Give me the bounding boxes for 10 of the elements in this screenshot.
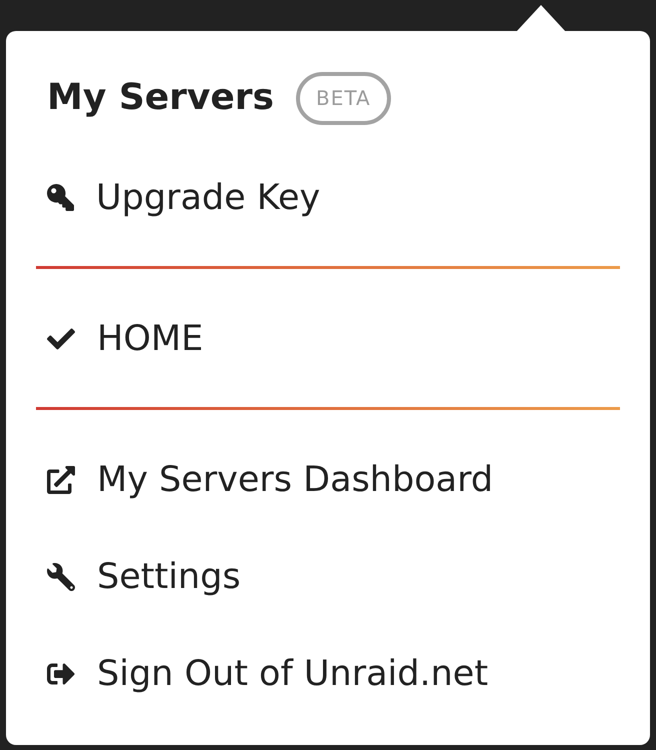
menu-item[interactable]: Sign Out of Unraid.net bbox=[47, 652, 488, 694]
menu-item[interactable]: Upgrade Key bbox=[47, 176, 320, 218]
wrench-icon bbox=[47, 562, 75, 590]
menu-title: My Servers bbox=[47, 76, 274, 120]
external-link-icon bbox=[47, 466, 75, 494]
beta-badge: BETA bbox=[296, 72, 391, 124]
key-icon bbox=[47, 184, 74, 211]
server-item[interactable]: HOME bbox=[47, 318, 204, 360]
menu-item[interactable]: Settings bbox=[47, 556, 241, 598]
menu-item[interactable]: My Servers Dashboard bbox=[47, 458, 494, 500]
